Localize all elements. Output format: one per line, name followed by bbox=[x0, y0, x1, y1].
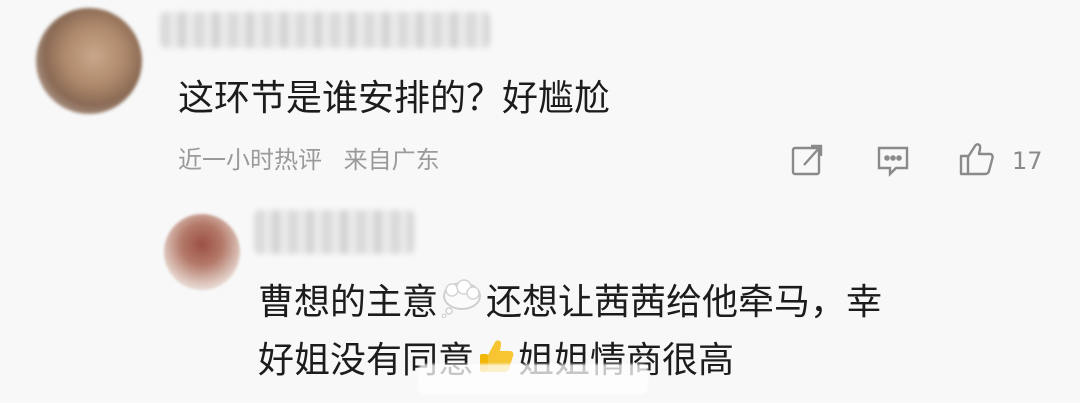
reply-text-part: 还想让茜茜给他牵马，幸 bbox=[486, 282, 883, 323]
reply-text-line1: 曹想的主意 还想让茜茜给他牵马，幸 bbox=[258, 278, 882, 330]
reply-text-part: 曹想的主意 bbox=[258, 282, 439, 323]
replier-username-blurred[interactable] bbox=[254, 210, 414, 254]
share-icon[interactable] bbox=[790, 143, 824, 177]
comment-thread: 这环节是谁安排的？好尴尬 近一小时热评 来自广东 17 曹想的主意 还想让茜茜给… bbox=[0, 0, 1080, 403]
comment-location: 来自广东 bbox=[343, 146, 440, 174]
commenter-username-blurred[interactable] bbox=[160, 12, 490, 48]
thumbs-up-icon[interactable] bbox=[958, 140, 996, 178]
thought-bubble-icon bbox=[440, 278, 484, 330]
comment-time: 近一小时热评 bbox=[178, 146, 322, 174]
comment-meta: 近一小时热评 来自广东 bbox=[178, 145, 454, 175]
commenter-avatar[interactable] bbox=[36, 8, 142, 114]
comment-text: 这环节是谁安排的？好尴尬 bbox=[178, 78, 611, 119]
replier-avatar[interactable] bbox=[164, 214, 240, 290]
watermark-overlay bbox=[418, 364, 648, 394]
like-count: 17 bbox=[1012, 147, 1043, 175]
comment-icon[interactable] bbox=[876, 143, 910, 177]
